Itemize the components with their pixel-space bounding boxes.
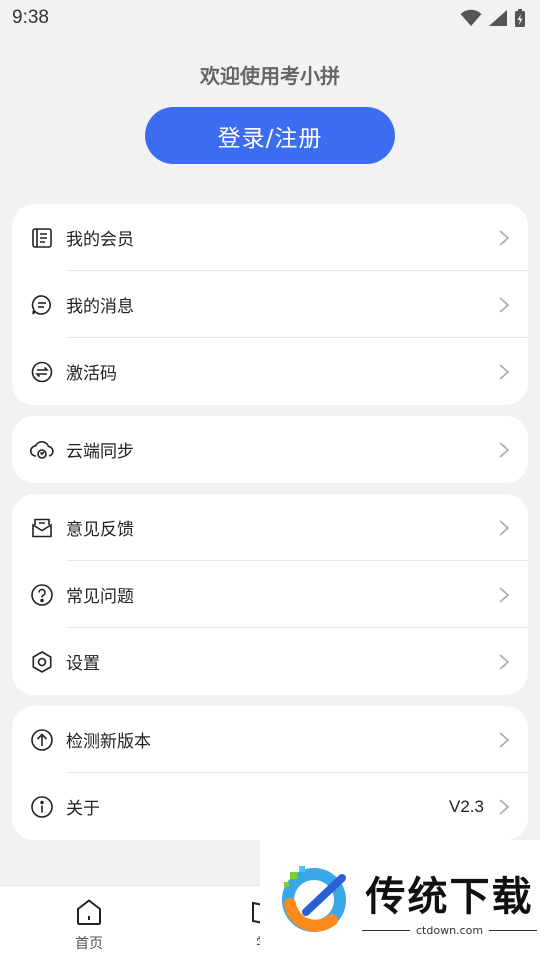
chevron-right-icon (498, 296, 512, 314)
login-register-button[interactable]: 登录/注册 (145, 107, 395, 164)
battery-charging-icon (515, 9, 525, 27)
chevron-right-icon (498, 731, 512, 749)
upload-arrow-circle-icon (29, 727, 55, 753)
watermark-url: ctdown.com (362, 923, 538, 937)
watermark-overlay: 传统下载 ctdown.com (260, 840, 540, 960)
status-bar: 9:38 (0, 0, 540, 36)
chevron-right-icon (498, 229, 512, 247)
account-card: 我的会员 我的消息 激活码 (12, 204, 528, 405)
faq-label: 常见问题 (66, 587, 134, 607)
sync-card: 云端同步 (12, 416, 528, 483)
messages-row[interactable]: 我的消息 (12, 271, 528, 338)
cloud-sync-row[interactable]: 云端同步 (12, 416, 528, 483)
settings-hexagon-icon (29, 649, 55, 675)
watermark-title: 传统下载 (365, 873, 534, 920)
info-circle-icon (29, 794, 55, 820)
feedback-row[interactable]: 意见反馈 (12, 494, 528, 561)
version-card: 检测新版本 关于 V2.3 (12, 706, 528, 840)
support-card: 意见反馈 常见问题 设置 (12, 494, 528, 695)
watermark-logo-icon (282, 866, 346, 932)
cellular-signal-icon (489, 10, 507, 26)
feedback-envelope-icon (29, 515, 55, 541)
version-value: V2.3 (449, 796, 484, 816)
chevron-right-icon (498, 653, 512, 671)
status-icons (460, 8, 526, 28)
membership-row[interactable]: 我的会员 (12, 204, 528, 271)
wifi-icon (460, 9, 482, 26)
home-icon (73, 896, 105, 928)
tab-home[interactable]: 首页 (29, 886, 149, 960)
watermark-url-text: ctdown.com (416, 923, 484, 937)
chevron-right-icon (498, 363, 512, 381)
check-update-row[interactable]: 检测新版本 (12, 706, 528, 773)
about-row[interactable]: 关于 V2.3 (12, 773, 528, 840)
welcome-title: 欢迎使用考小拼 (200, 64, 340, 88)
membership-card-icon (29, 225, 55, 251)
check-update-label: 检测新版本 (66, 732, 151, 752)
chevron-right-icon (498, 586, 512, 604)
feedback-label: 意见反馈 (66, 520, 134, 540)
membership-label: 我的会员 (66, 230, 134, 250)
chevron-right-icon (498, 798, 512, 816)
tab-home-label: 首页 (75, 936, 103, 952)
exchange-arrows-icon (29, 359, 55, 385)
cloud-sync-label: 云端同步 (66, 442, 134, 462)
question-circle-icon (29, 582, 55, 608)
messages-label: 我的消息 (66, 297, 134, 317)
cloud-sync-icon (29, 437, 55, 463)
settings-row[interactable]: 设置 (12, 628, 528, 695)
chevron-right-icon (498, 441, 512, 459)
about-label: 关于 (66, 799, 100, 819)
status-time: 9:38 (12, 7, 49, 28)
settings-label: 设置 (66, 654, 100, 674)
activation-code-row[interactable]: 激活码 (12, 338, 528, 405)
activation-code-label: 激活码 (66, 364, 117, 384)
faq-row[interactable]: 常见问题 (12, 561, 528, 628)
message-bubble-icon (29, 292, 55, 318)
chevron-right-icon (498, 519, 512, 537)
